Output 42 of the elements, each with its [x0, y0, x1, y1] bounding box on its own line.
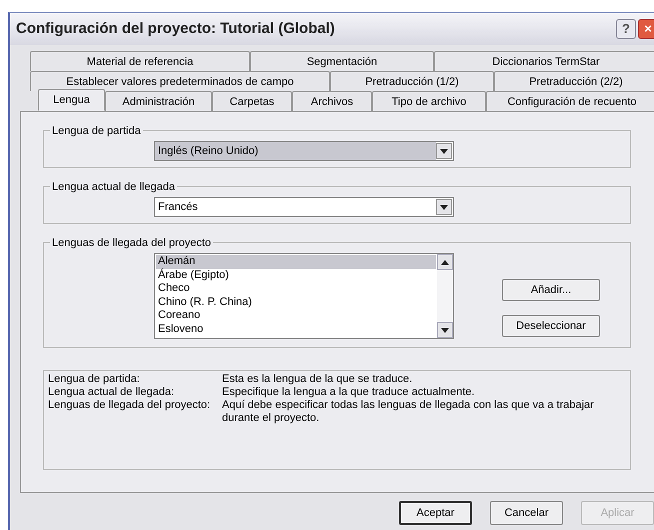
- group-label: Lengua actual de llegada: [50, 179, 177, 196]
- list-item[interactable]: Chino (R. P. China): [156, 296, 436, 309]
- tab[interactable]: Establecer valores predeterminados de campo: [30, 71, 330, 91]
- dropdown-icon: [440, 148, 448, 154]
- scrollbar[interactable]: [437, 254, 453, 338]
- list-item[interactable]: Coreano: [156, 309, 436, 322]
- info-term: Lengua actual de llegada:: [48, 386, 175, 399]
- info-text: Aquí debe especificar todas las lenguas de llegada con las que va a trabajar durante el proyecto.: [222, 399, 595, 425]
- group-label: Lengua de partida: [50, 123, 143, 140]
- tab[interactable]: Material de referencia: [30, 51, 250, 71]
- info-text: Esta es la lengua de la que se traduce.: [222, 373, 414, 386]
- close-button[interactable]: ×: [638, 19, 654, 39]
- action-button[interactable]: Añadir...: [502, 279, 600, 301]
- tab[interactable]: Tipo de archivo: [372, 91, 486, 111]
- list-item[interactable]: Alemán: [156, 255, 436, 268]
- dropdown-icon: [440, 204, 448, 210]
- action-button[interactable]: Deseleccionar: [502, 315, 600, 337]
- list-item[interactable]: Esloveno: [156, 322, 436, 336]
- group-label: Lenguas de llegada del proyecto: [50, 235, 214, 252]
- dialog-button[interactable]: Aceptar: [399, 501, 472, 525]
- tab[interactable]: Administración: [105, 91, 212, 111]
- list-item[interactable]: Checo: [156, 282, 436, 296]
- tab[interactable]: Carpetas: [212, 91, 292, 111]
- list-box[interactable]: Alemán Árabe (Egipto) Checo Chino (R. P. China) Coreano Esloveno: [154, 253, 454, 339]
- info-text: Especifique la lengua a la que traduce actualmente.: [222, 386, 476, 399]
- tab[interactable]: Configuración de recuento: [486, 91, 654, 111]
- scroll-down-icon: [441, 328, 449, 332]
- help-button[interactable]: ?: [616, 19, 636, 39]
- tab[interactable]: Pretraducción (2/2): [494, 71, 654, 91]
- tab[interactable]: Archivos: [292, 91, 372, 111]
- scroll-up-icon: [441, 260, 449, 264]
- info-term: Lengua de partida:: [48, 373, 141, 386]
- dropdown[interactable]: Francés: [154, 197, 454, 217]
- tab[interactable]: Diccionarios TermStar: [434, 51, 654, 71]
- dropdown[interactable]: Inglés (Reino Unido): [154, 141, 454, 161]
- tab[interactable]: Pretraducción (1/2): [330, 71, 494, 91]
- tab[interactable]: Lengua: [38, 89, 105, 111]
- window-title: Configuración del proyecto: Tutorial (Global): [16, 18, 336, 39]
- tab[interactable]: Segmentación: [250, 51, 434, 71]
- dialog-button[interactable]: Cancelar: [490, 501, 563, 525]
- info-term: Lenguas de llegada del proyecto:: [48, 399, 212, 413]
- list-item[interactable]: Árabe (Egipto): [156, 268, 436, 282]
